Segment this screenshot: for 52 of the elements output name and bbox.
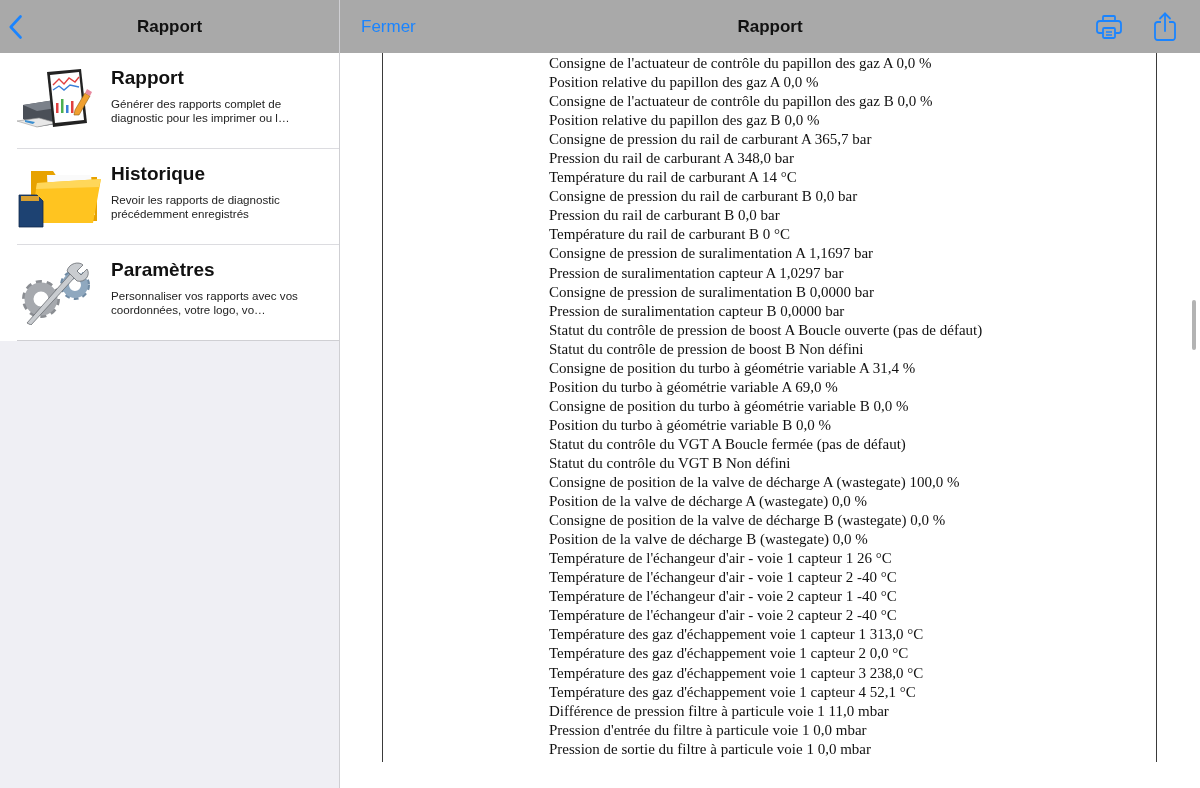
report-line: Pression du rail de carburant A 348,0 bar — [549, 149, 794, 169]
report-line: Consigne de position du turbo à géométrie variable B 0,0 % — [549, 396, 909, 416]
report-line: Consigne de pression de suralimentation B 0,0000 bar — [549, 282, 874, 302]
report-line: Pression d'entrée du filtre à particule voie 1 0,0 mbar — [549, 720, 867, 740]
menu-row-title: Historique — [111, 162, 206, 186]
report-line: Statut du contrôle de pression de boost B Non défini — [549, 339, 864, 359]
report-line: Consigne de position de la valve de décharge B (wastegate) 0,0 % — [549, 511, 946, 531]
share-icon — [1154, 12, 1176, 41]
report-line: Position relative du papillon des gaz B 0,0 % — [549, 111, 820, 131]
viewer-title: Rapport — [737, 16, 803, 37]
menu-row-description: Revoir les rapports de diagnostic précédemment enregistrés — [111, 193, 281, 221]
report-line: Température des gaz d'échappement voie 1 capteur 3 238,0 °C — [549, 663, 924, 683]
report-line: Pression de sortie du filtre à particule voie 1 0,0 mbar — [549, 739, 871, 759]
report-line: Consigne de pression du rail de carburant A 365,7 bar — [549, 130, 872, 150]
report-line: Consigne de l'actuateur de contrôle du papillon des gaz B 0,0 % — [549, 92, 933, 112]
report-line: Consigne de l'actuateur de contrôle du papillon des gaz A 0,0 % — [549, 54, 932, 73]
report-line: Position du turbo à géométrie variable A 69,0 % — [549, 377, 838, 397]
report-line: Position relative du papillon des gaz A 0,0 % — [549, 73, 819, 93]
report-line: Statut du contrôle du VGT A Boucle fermée (pas de défaut) — [549, 434, 906, 454]
report-line: Température des gaz d'échappement voie 1 capteur 4 52,1 °C — [549, 682, 916, 702]
report-line: Température des gaz d'échappement voie 1 capteur 2 0,0 °C — [549, 644, 909, 664]
report-line: Température de l'échangeur d'air - voie 1 capteur 1 26 °C — [549, 549, 892, 569]
report-line: Position de la valve de décharge B (wastegate) 0,0 % — [549, 530, 868, 550]
report-line: Statut du contrôle de pression de boost A Boucle ouverte (pas de défaut) — [549, 320, 983, 340]
report-line: Consigne de pression du rail de carburant B 0,0 bar — [549, 187, 858, 207]
print-icon — [1096, 14, 1122, 39]
report-line: Statut du contrôle du VGT B Non défini — [549, 454, 791, 473]
menu-row-description: Personnaliser vos rapports avec vos coordonnées, votre logo, vo… — [111, 289, 299, 317]
report-line: Pression de suralimentation capteur A 1,0297 bar — [549, 263, 844, 283]
back-chevron-icon — [9, 14, 22, 39]
report-line: Température de l'échangeur d'air - voie 1 capteur 2 -40 °C — [549, 568, 897, 588]
menu-row-title: Paramètres — [111, 258, 216, 282]
back-button[interactable] — [9, 14, 22, 39]
report-line: Position du turbo à géométrie variable B 0,0 % — [549, 415, 832, 435]
report-line: Différence de pression filtre à particule voie 1 11,0 mbar — [549, 701, 889, 721]
share-button[interactable] — [1154, 12, 1176, 41]
report-line: Température de l'échangeur d'air - voie 2 capteur 1 -40 °C — [549, 587, 897, 607]
report-line: Température de l'échangeur d'air - voie 2 capteur 2 -40 °C — [549, 606, 897, 626]
report-line: Consigne de pression de suralimentation A 1,1697 bar — [549, 244, 874, 264]
print-button[interactable] — [1096, 14, 1122, 39]
scroll-bar — [1192, 300, 1196, 350]
report-line: Pression de suralimentation capteur B 0,0000 bar — [549, 301, 845, 321]
report-line: Pression du rail de carburant B 0,0 bar — [549, 206, 780, 226]
menu-row-title: Rapport — [111, 66, 185, 90]
report-line: Température du rail de carburant A 14 °C — [549, 168, 797, 188]
sidebar-title: Rapport — [136, 16, 203, 37]
report-line: Consigne de position de la valve de décharge A (wastegate) 100,0 % — [549, 473, 960, 493]
report-line: Température du rail de carburant B 0 °C — [549, 225, 791, 245]
report-line: Position de la valve de décharge A (wastegate) 0,0 % — [549, 492, 867, 512]
menu-row-description: Générer des rapports complet de diagnostic pour les imprimer ou l… — [111, 97, 291, 125]
report-line: Consigne de position du turbo à géométrie variable A 31,4 % — [549, 358, 916, 378]
report-line: Température des gaz d'échappement voie 1 capteur 1 313,0 °C — [549, 625, 924, 645]
